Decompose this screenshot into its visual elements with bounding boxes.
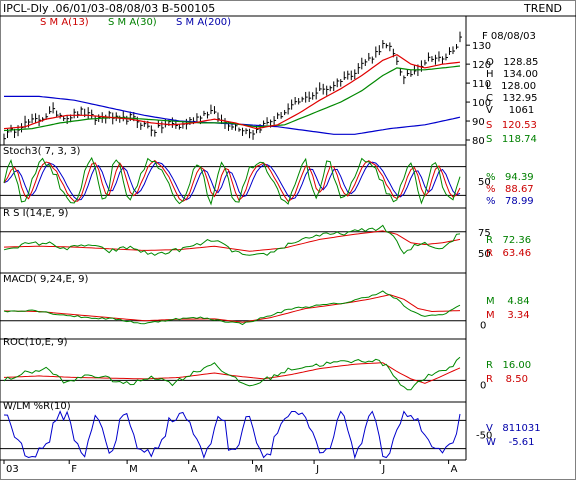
price-ytick-label: 110 bbox=[472, 79, 491, 90]
price-close: C 132.95 bbox=[486, 93, 538, 104]
roc-value: R 16.00 bbox=[486, 360, 531, 371]
roc-ytick-label: 0 bbox=[480, 380, 486, 391]
rsi-label: R S I(14,E, 9) bbox=[3, 208, 68, 219]
price-ytick-label: 90 bbox=[472, 117, 485, 128]
x-tick-label: M bbox=[129, 464, 138, 475]
macd-label: MACD( 9,24,E, 9) bbox=[3, 274, 89, 285]
macd-signal-value: M 3.34 bbox=[486, 310, 530, 321]
x-tick-label: A bbox=[191, 464, 198, 475]
macd-ytick-label: 0 bbox=[480, 321, 486, 332]
price-volume: V 1061 bbox=[486, 105, 534, 116]
stoch-label: Stoch3( 7, 3, 3) bbox=[3, 146, 80, 157]
wlm-ytick-label: -50 bbox=[476, 431, 492, 442]
sma200-label: S M A(200) bbox=[176, 17, 231, 28]
price-sma-green: S 118.74 bbox=[486, 134, 537, 145]
sma13-label: S M A(13) bbox=[40, 17, 89, 28]
price-ytick-label: 100 bbox=[472, 98, 491, 109]
stoch-k-value: % 94.39 bbox=[486, 172, 534, 183]
macd-value: M 4.84 bbox=[486, 296, 530, 307]
rsi-ytick-label: 75 bbox=[478, 228, 491, 239]
x-tick-label: F bbox=[71, 464, 77, 475]
x-tick-label: 03 bbox=[6, 464, 19, 475]
trend-label: TREND bbox=[523, 2, 562, 15]
price-sma-red: S 120.53 bbox=[486, 120, 537, 131]
sma30-label: S M A(30) bbox=[108, 17, 157, 28]
price-high: H 134.00 bbox=[486, 69, 538, 80]
stoch-ytick-label: 50 bbox=[478, 177, 491, 188]
chart-canvas: IPCL-Dly .06/01/03-08/08/03 B-500105 TRE… bbox=[0, 0, 576, 480]
x-tick-label: J bbox=[315, 464, 319, 475]
price-open: O 128.85 bbox=[486, 57, 538, 68]
stoch-d-value: % 88.67 bbox=[486, 184, 534, 195]
chart-title: IPCL-Dly .06/01/03-08/08/03 B-500105 bbox=[3, 2, 215, 15]
roc-avg-value: R 8.50 bbox=[486, 374, 528, 385]
wlm-w-value: W -5.61 bbox=[486, 437, 534, 448]
rsi-avg-value: R 63.46 bbox=[486, 248, 531, 259]
rsi-ytick-label: 50 bbox=[478, 249, 491, 260]
wlm-label: W/LM %R(10) bbox=[3, 401, 71, 412]
chart-svg: IPCL-Dly .06/01/03-08/08/03 B-500105 TRE… bbox=[0, 0, 576, 480]
price-ytick-label: 120 bbox=[472, 60, 491, 71]
rsi-value: R 72.36 bbox=[486, 235, 531, 246]
wlm-v-value: V 811031 bbox=[486, 423, 541, 434]
price-ytick-label: 80 bbox=[472, 136, 485, 147]
price-ytick-label: 130 bbox=[472, 41, 491, 52]
x-tick-label: M bbox=[255, 464, 264, 475]
stoch-slow-value: % 78.99 bbox=[486, 196, 534, 207]
x-tick-label: A bbox=[451, 464, 458, 475]
x-tick-label: J bbox=[381, 464, 385, 475]
price-low: L 128.00 bbox=[486, 81, 536, 92]
